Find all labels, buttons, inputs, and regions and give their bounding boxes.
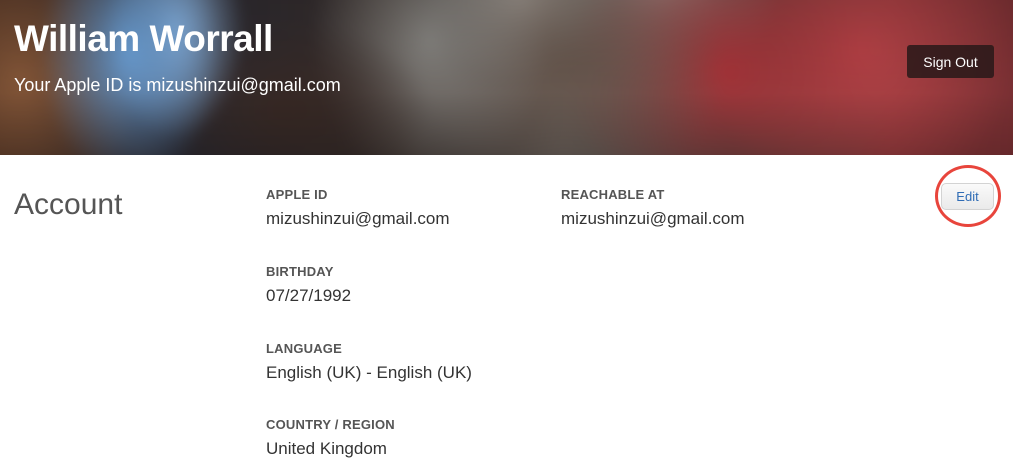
apple-id-subtitle: Your Apple ID is mizushinzui@gmail.com	[14, 75, 341, 95]
birthday-label: BIRTHDAY	[266, 264, 334, 279]
account-section-title: Account	[14, 188, 123, 221]
country-region-label: COUNTRY / REGION	[266, 417, 395, 432]
language-value: English (UK) - English (UK)	[266, 363, 472, 382]
reachable-at-value: mizushinzui@gmail.com	[561, 209, 745, 228]
birthday-value: 07/27/1992	[266, 286, 352, 305]
user-name: William Worrall	[14, 18, 273, 59]
reachable-at-label: REACHABLE AT	[561, 187, 665, 202]
apple-id-value: mizushinzui@gmail.com	[266, 209, 450, 228]
apple-id-label: APPLE ID	[266, 187, 328, 202]
sign-out-button[interactable]: Sign Out	[907, 45, 994, 78]
profile-header-banner: William Worrall Your Apple ID is mizushi…	[0, 0, 1013, 155]
edit-account-button[interactable]: Edit	[941, 183, 994, 210]
language-label: LANGUAGE	[266, 341, 342, 356]
country-region-value: United Kingdom	[266, 439, 387, 458]
apple-id-account-page: William Worrall Your Apple ID is mizushi…	[0, 0, 1013, 472]
